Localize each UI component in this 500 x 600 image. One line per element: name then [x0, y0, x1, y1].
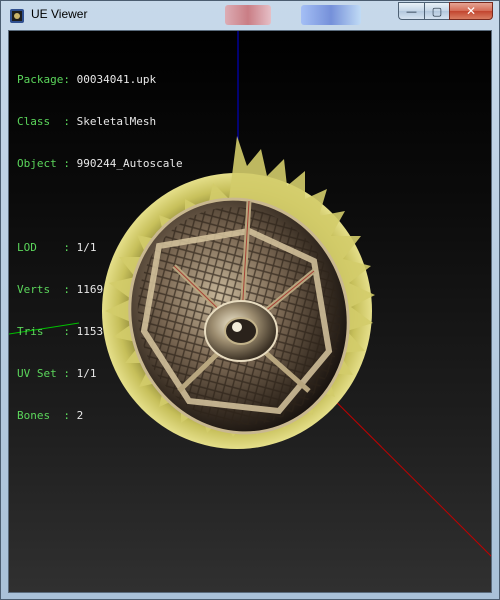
bones-value: 2 — [76, 409, 84, 422]
lod-value: 1/1 — [76, 241, 97, 254]
package-label: Package: — [17, 73, 70, 86]
mesh-info-panel: Package: 00034041.upk Class : SkeletalMe… — [17, 45, 183, 451]
close-icon: ✕ — [465, 4, 477, 18]
object-value: 990244_Autoscale — [76, 157, 183, 170]
background-ghost-blue — [301, 5, 361, 25]
lod-label: LOD : — [17, 241, 70, 254]
3d-viewport[interactable]: Package: 00034041.upk Class : SkeletalMe… — [8, 30, 492, 593]
class-label: Class : — [17, 115, 70, 128]
class-value: SkeletalMesh — [76, 115, 157, 128]
title-bar[interactable]: UE Viewer — ▢ ✕ — [1, 1, 499, 30]
close-button[interactable]: ✕ — [449, 2, 493, 20]
minimize-button[interactable]: — — [398, 2, 424, 20]
maximize-icon: ▢ — [431, 4, 443, 18]
package-value: 00034041.upk — [76, 73, 157, 86]
app-window: UE Viewer — ▢ ✕ Package: 00034041.upk Cl… — [0, 0, 500, 600]
minimize-icon: — — [406, 4, 417, 18]
object-label: Object : — [17, 157, 70, 170]
background-ghost-red — [225, 5, 271, 25]
verts-label: Verts : — [17, 283, 70, 296]
maximize-button[interactable]: ▢ — [424, 2, 449, 20]
uvset-label: UV Set : — [17, 367, 70, 380]
window-controls: — ▢ ✕ — [398, 2, 493, 22]
uvset-value: 1/1 — [76, 367, 97, 380]
tris-label: Tris : — [17, 325, 70, 338]
window-title: UE Viewer — [31, 7, 88, 21]
tris-value: 1153 — [76, 325, 104, 338]
verts-value: 1169 — [76, 283, 104, 296]
app-icon — [10, 9, 24, 23]
bones-label: Bones : — [17, 409, 70, 422]
